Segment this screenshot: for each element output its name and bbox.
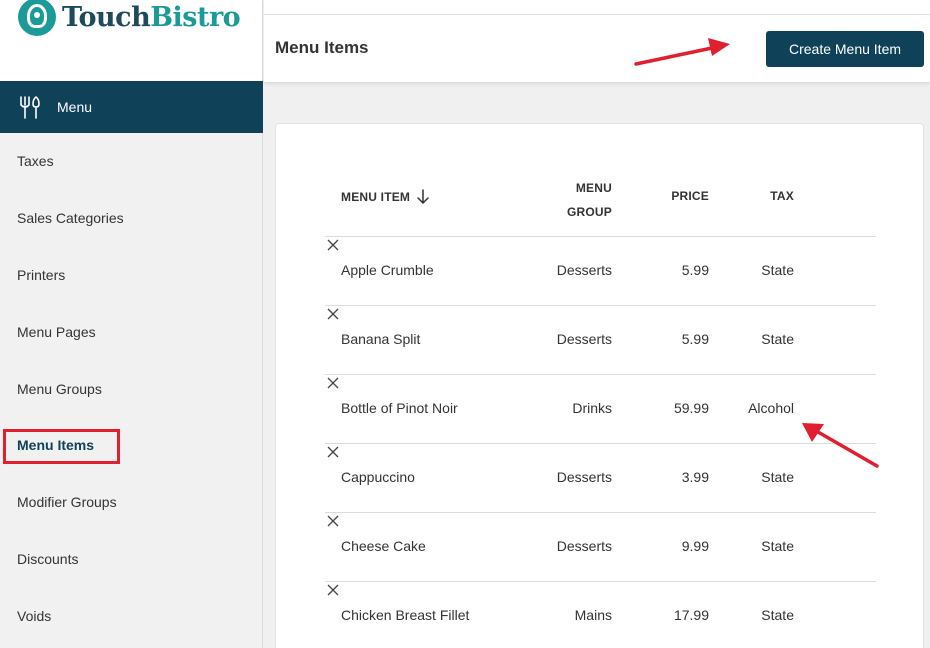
sidebar-section-menu[interactable]: Menu <box>0 81 263 133</box>
sidebar-item-voids[interactable]: Voids <box>0 587 263 644</box>
cell-price: 59.99 <box>673 400 709 416</box>
delete-x-icon[interactable] <box>325 306 341 322</box>
cell-tax: State <box>761 262 794 278</box>
cell-group: Desserts <box>556 262 612 278</box>
cell-tax: State <box>761 331 794 347</box>
cell-group: Desserts <box>556 331 612 347</box>
cell-group: Desserts <box>556 538 612 554</box>
cell-tax: State <box>761 538 794 554</box>
sidebar-item-taxes[interactable]: Taxes <box>0 133 263 190</box>
sidebar-nav: Taxes Sales Categories Printers Menu Pag… <box>0 133 263 644</box>
cell-group: Desserts <box>556 469 612 485</box>
page-header: Menu Items Create Menu Item <box>264 0 930 83</box>
annotation-highlight-box <box>3 428 120 464</box>
cell-tax: State <box>761 607 794 623</box>
delete-x-icon[interactable] <box>325 582 341 598</box>
delete-x-icon[interactable] <box>325 375 341 391</box>
sidebar-item-menu-pages[interactable]: Menu Pages <box>0 303 263 360</box>
sidebar-item-sales-categories[interactable]: Sales Categories <box>0 190 263 247</box>
table-row[interactable]: Bottle of Pinot Noir Drinks 59.99 Alcoho… <box>325 375 876 444</box>
cell-group: Mains <box>574 607 612 623</box>
column-header-tax[interactable]: TAX <box>770 189 794 203</box>
cell-tax: Alcohol <box>748 400 794 416</box>
menu-items-table: MENU ITEM MENU GROUP PRICE TAX Apple Cru… <box>325 156 876 648</box>
sidebar-item-discounts[interactable]: Discounts <box>0 531 263 588</box>
cell-name: Cappuccino <box>341 469 415 485</box>
table-row[interactable]: Chicken Breast Fillet Mains 17.99 State <box>325 582 876 648</box>
table-row[interactable]: Cappuccino Desserts 3.99 State <box>325 444 876 513</box>
cell-name: Bottle of Pinot Noir <box>341 400 458 416</box>
logo-wordmark: TouchBistro <box>62 2 241 33</box>
sidebar-item-modifier-groups[interactable]: Modifier Groups <box>0 474 263 531</box>
fork-knife-icon <box>20 96 40 119</box>
sidebar-section-label: Menu <box>57 99 93 115</box>
cell-name: Apple Crumble <box>341 262 434 278</box>
sort-down-arrow-icon[interactable] <box>416 189 430 205</box>
delete-x-icon[interactable] <box>325 513 341 529</box>
table-header: MENU ITEM MENU GROUP PRICE TAX <box>325 156 876 237</box>
delete-x-icon[interactable] <box>325 444 341 460</box>
sidebar: TouchBistro Menu Taxes Sales Categories … <box>0 0 263 648</box>
cell-price: 5.99 <box>681 262 709 278</box>
column-header-menu-group[interactable]: MENU GROUP <box>552 176 612 224</box>
table-row[interactable]: Cheese Cake Desserts 9.99 State <box>325 513 876 582</box>
cell-price: 9.99 <box>681 538 709 554</box>
table-row[interactable]: Apple Crumble Desserts 5.99 State <box>325 237 876 306</box>
cell-price: 5.99 <box>681 331 709 347</box>
cell-price: 17.99 <box>673 607 709 623</box>
menu-items-card: MENU ITEM MENU GROUP PRICE TAX Apple Cru… <box>275 123 924 648</box>
logo-area: TouchBistro <box>0 0 262 81</box>
cell-price: 3.99 <box>681 469 709 485</box>
page-title: Menu Items <box>275 38 369 57</box>
table-row[interactable]: Banana Split Desserts 5.99 State <box>325 306 876 375</box>
cell-name: Chicken Breast Fillet <box>341 607 470 623</box>
cell-name: Cheese Cake <box>341 538 426 554</box>
column-header-menu-item[interactable]: MENU ITEM <box>341 189 430 205</box>
sidebar-item-printers[interactable]: Printers <box>0 247 263 304</box>
cell-name: Banana Split <box>341 331 421 347</box>
cell-tax: State <box>761 469 794 485</box>
delete-x-icon[interactable] <box>325 237 341 253</box>
create-menu-item-button[interactable]: Create Menu Item <box>766 31 924 67</box>
column-header-price[interactable]: PRICE <box>671 189 709 203</box>
header-divider <box>264 14 930 15</box>
sidebar-item-menu-items[interactable]: Menu Items <box>0 417 263 474</box>
cell-group: Drinks <box>572 400 612 416</box>
sidebar-item-menu-groups[interactable]: Menu Groups <box>0 360 263 417</box>
logo-icon <box>18 0 56 36</box>
